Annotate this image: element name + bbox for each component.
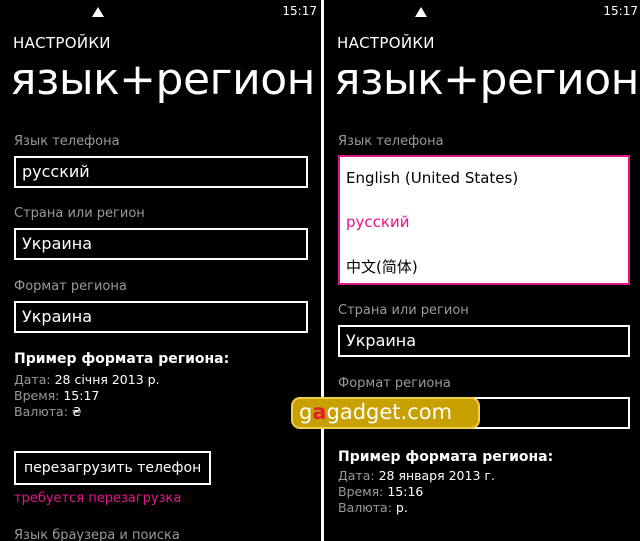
example-date: Дата: 28 січня 2013 р. — [14, 372, 160, 387]
region-example-heading: Пример формата региона: — [14, 351, 230, 367]
settings-screen-right: 15:17 НАСТРОЙКИ язык+регион Язык телефон… — [324, 0, 640, 541]
app-title: НАСТРОЙКИ — [13, 34, 111, 52]
app-title: НАСТРОЙКИ — [337, 34, 435, 52]
restart-phone-button[interactable]: перезагрузить телефон — [14, 451, 212, 485]
gagadget-watermark-logo: gagadget.com — [291, 397, 480, 429]
country-label: Страна или регион — [338, 303, 469, 318]
example-time: Время: 15:16 — [338, 484, 423, 499]
example-currency-label: Валюта: — [14, 404, 68, 419]
example-date-label: Дата: — [338, 468, 375, 483]
region-format-select[interactable]: Украина — [14, 301, 308, 333]
example-currency: Валюта: ₴ — [14, 404, 82, 419]
language-option-english[interactable]: English (United States) — [346, 169, 518, 187]
status-clock: 15:17 — [282, 4, 317, 18]
browser-language-label: Язык браузера и поиска — [14, 528, 180, 541]
restart-required-notice: требуется перезагрузка — [14, 491, 182, 506]
page-title: язык+регион — [10, 54, 315, 105]
region-example-heading: Пример формата региона: — [338, 449, 554, 465]
signal-icon — [415, 7, 427, 17]
phone-language-select[interactable]: русский — [14, 156, 308, 188]
example-currency: Валюта: р. — [338, 500, 408, 515]
example-time-label: Время: — [338, 484, 384, 499]
country-label: Страна или регион — [14, 206, 145, 221]
country-select[interactable]: Украина — [14, 228, 308, 260]
status-bar: 15:17 — [0, 0, 321, 22]
example-time-label: Время: — [14, 388, 60, 403]
country-select[interactable]: Украина — [338, 325, 630, 357]
page-title: язык+регион — [334, 54, 639, 105]
phone-language-dropdown[interactable]: English (United States) русский 中文(简体) — [338, 155, 630, 285]
example-currency-value: р. — [395, 500, 408, 515]
signal-icon — [92, 7, 104, 17]
example-time: Время: 15:17 — [14, 388, 99, 403]
example-date: Дата: 28 января 2013 г. — [338, 468, 495, 483]
language-option-russian[interactable]: русский — [346, 213, 409, 231]
region-format-label: Формат региона — [338, 376, 451, 391]
example-currency-label: Валюта: — [338, 500, 392, 515]
example-date-label: Дата: — [14, 372, 51, 387]
status-bar: 15:17 — [324, 0, 640, 22]
phone-language-label: Язык телефона — [338, 134, 444, 149]
example-date-value: 28 января 2013 г. — [378, 468, 495, 483]
status-clock: 15:17 — [603, 4, 638, 18]
example-currency-value: ₴ — [71, 404, 82, 419]
example-time-value: 15:17 — [63, 388, 100, 403]
language-option-chinese[interactable]: 中文(简体) — [346, 256, 418, 277]
example-time-value: 15:16 — [387, 484, 424, 499]
settings-screen-left: 15:17 НАСТРОЙКИ язык+регион Язык телефон… — [0, 0, 321, 541]
region-format-label: Формат региона — [14, 279, 127, 294]
example-date-value: 28 січня 2013 р. — [54, 372, 160, 387]
phone-language-label: Язык телефона — [14, 134, 120, 149]
